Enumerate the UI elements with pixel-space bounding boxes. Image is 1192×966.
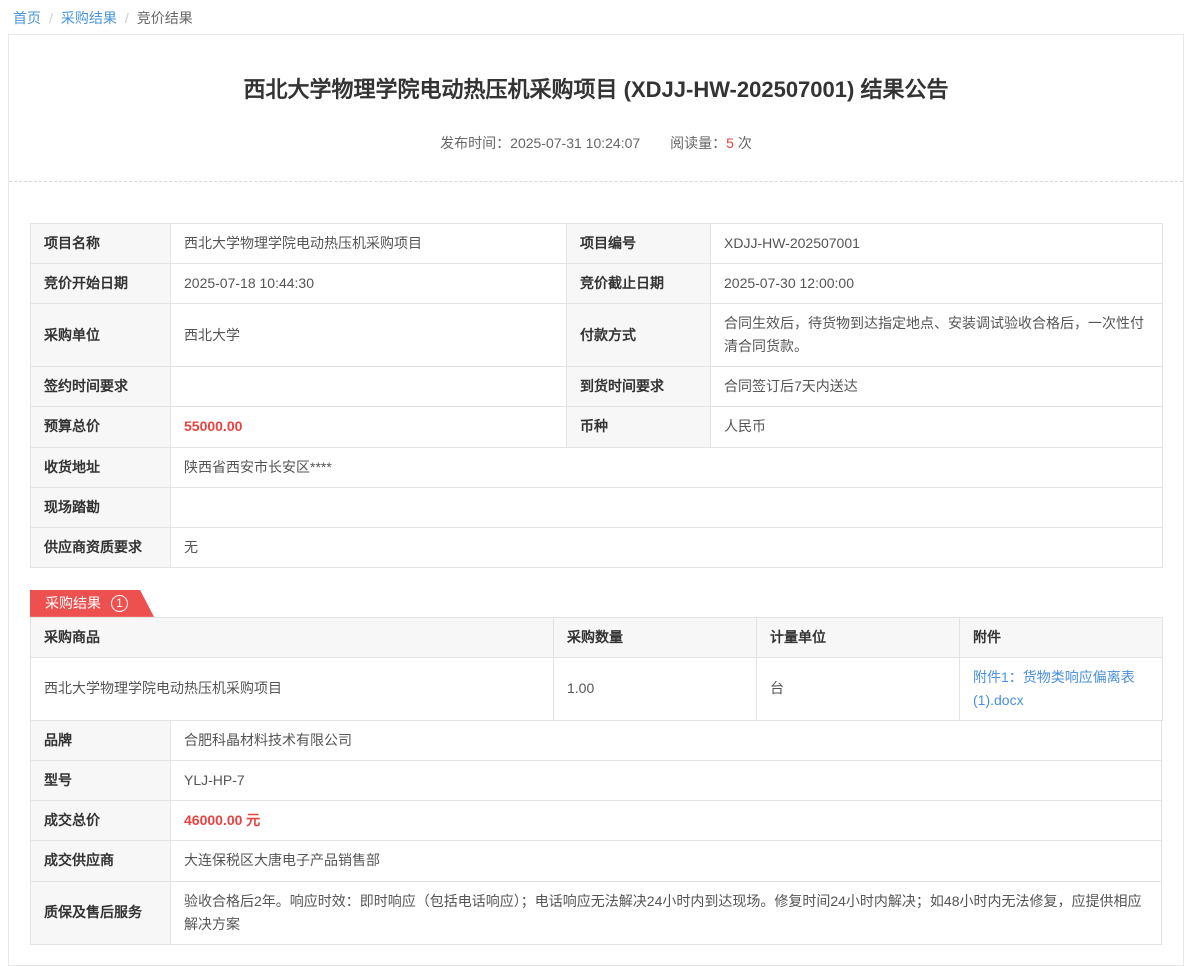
table-row: 供应商资质要求 无 bbox=[31, 527, 1163, 567]
row-label: 到货时间要求 bbox=[567, 367, 711, 407]
quantity-cell: 1.00 bbox=[554, 657, 757, 720]
breadcrumb-current: 竞价结果 bbox=[137, 10, 193, 26]
row-value: 西北大学 bbox=[171, 304, 567, 367]
row-label: 付款方式 bbox=[567, 304, 711, 367]
table-row: 预算总价 55000.00 币种 人民币 bbox=[31, 407, 1163, 447]
row-label: 签约时间要求 bbox=[31, 367, 171, 407]
brand-value: 合肥科晶材料技术有限公司 bbox=[171, 721, 1162, 761]
row-label: 竞价截止日期 bbox=[567, 264, 711, 304]
table-row: 采购单位 西北大学 付款方式 合同生效后，待货物到达指定地点、安装调试验收合格后… bbox=[31, 304, 1163, 367]
row-label: 项目名称 bbox=[31, 224, 171, 264]
row-label: 质保及售后服务 bbox=[31, 881, 171, 944]
column-header-unit: 计量单位 bbox=[757, 617, 960, 657]
row-label: 项目编号 bbox=[567, 224, 711, 264]
row-value: 2025-07-30 12:00:00 bbox=[711, 264, 1163, 304]
publish-time-label: 发布时间： bbox=[440, 135, 510, 151]
unit-cell: 台 bbox=[757, 657, 960, 720]
table-row: 签约时间要求 到货时间要求 合同签订后7天内送达 bbox=[31, 367, 1163, 407]
product-row: 西北大学物理学院电动热压机采购项目 1.00 台 附件1：货物类响应偏离表(1)… bbox=[31, 657, 1163, 720]
project-info-table: 项目名称 西北大学物理学院电动热压机采购项目 项目编号 XDJJ-HW-2025… bbox=[30, 223, 1163, 568]
row-value: 无 bbox=[171, 527, 1163, 567]
row-label: 成交总价 bbox=[31, 801, 171, 841]
read-count-label: 阅读量： bbox=[670, 135, 726, 151]
publish-info: 发布时间：2025-07-31 10:24:07 阅读量：5 次 bbox=[9, 133, 1183, 153]
table-row: 竞价开始日期 2025-07-18 10:44:30 竞价截止日期 2025-0… bbox=[31, 264, 1163, 304]
row-label: 收货地址 bbox=[31, 447, 171, 487]
tables-wrap: 项目名称 西北大学物理学院电动热压机采购项目 项目编号 XDJJ-HW-2025… bbox=[9, 182, 1183, 965]
breadcrumb: 首页 / 采购结果 / 竞价结果 bbox=[0, 0, 1192, 34]
result-badge-label: 采购结果 bbox=[45, 593, 101, 613]
breadcrumb-link-procurement-results[interactable]: 采购结果 bbox=[61, 10, 117, 26]
breadcrumb-separator: / bbox=[49, 10, 53, 26]
result-table: 采购商品 采购数量 计量单位 附件 西北大学物理学院电动热压机采购项目 1.00… bbox=[30, 617, 1163, 721]
product-name-cell: 西北大学物理学院电动热压机采购项目 bbox=[31, 657, 554, 720]
read-count-unit: 次 bbox=[738, 135, 752, 151]
table-header-row: 采购商品 采购数量 计量单位 附件 bbox=[31, 617, 1163, 657]
publish-time-value: 2025-07-31 10:24:07 bbox=[510, 135, 640, 151]
attachment-cell: 附件1：货物类响应偏离表(1).docx bbox=[960, 657, 1163, 720]
row-value: 人民币 bbox=[711, 407, 1163, 447]
result-badge: 采购结果 1 bbox=[30, 590, 154, 617]
row-label: 现场踏勘 bbox=[31, 487, 171, 527]
row-value: 陕西省西安市长安区**** bbox=[171, 447, 1163, 487]
table-row: 成交总价 46000.00 元 bbox=[31, 801, 1162, 841]
row-value: XDJJ-HW-202507001 bbox=[711, 224, 1163, 264]
page-title: 西北大学物理学院电动热压机采购项目 (XDJJ-HW-202507001) 结果… bbox=[9, 35, 1183, 105]
table-row: 质保及售后服务 验收合格后2年。响应时效：即时响应（包括电话响应）；电话响应无法… bbox=[31, 881, 1162, 944]
breadcrumb-link-home[interactable]: 首页 bbox=[13, 10, 41, 26]
row-label: 币种 bbox=[567, 407, 711, 447]
column-header-quantity: 采购数量 bbox=[554, 617, 757, 657]
row-value: 2025-07-18 10:44:30 bbox=[171, 264, 567, 304]
row-label: 供应商资质要求 bbox=[31, 527, 171, 567]
row-label: 预算总价 bbox=[31, 407, 171, 447]
row-value: 西北大学物理学院电动热压机采购项目 bbox=[171, 224, 567, 264]
breadcrumb-separator: / bbox=[125, 10, 129, 26]
budget-total-value: 55000.00 bbox=[171, 407, 567, 447]
row-value bbox=[171, 367, 567, 407]
table-row: 品牌 合肥科晶材料技术有限公司 bbox=[31, 721, 1162, 761]
warranty-value: 验收合格后2年。响应时效：即时响应（包括电话响应）；电话响应无法解决24小时内到… bbox=[171, 881, 1162, 944]
column-header-attachment: 附件 bbox=[960, 617, 1163, 657]
model-value: YLJ-HP-7 bbox=[171, 761, 1162, 801]
row-value: 合同签订后7天内送达 bbox=[711, 367, 1163, 407]
attachment-link[interactable]: 附件1：货物类响应偏离表(1).docx bbox=[973, 669, 1135, 708]
row-value bbox=[171, 487, 1163, 527]
result-detail-table: 品牌 合肥科晶材料技术有限公司 型号 YLJ-HP-7 成交总价 46000.0… bbox=[30, 720, 1162, 945]
deal-total-price-value: 46000.00 元 bbox=[171, 801, 1162, 841]
announcement-card: 西北大学物理学院电动热压机采购项目 (XDJJ-HW-202507001) 结果… bbox=[8, 34, 1184, 966]
row-value: 合同生效后，待货物到达指定地点、安装调试验收合格后，一次性付清合同货款。 bbox=[711, 304, 1163, 367]
table-row: 项目名称 西北大学物理学院电动热压机采购项目 项目编号 XDJJ-HW-2025… bbox=[31, 224, 1163, 264]
read-count-value: 5 bbox=[726, 135, 734, 151]
result-count-badge: 1 bbox=[111, 595, 128, 612]
table-row: 型号 YLJ-HP-7 bbox=[31, 761, 1162, 801]
row-label: 采购单位 bbox=[31, 304, 171, 367]
column-header-product: 采购商品 bbox=[31, 617, 554, 657]
table-row: 收货地址 陕西省西安市长安区**** bbox=[31, 447, 1163, 487]
row-label: 型号 bbox=[31, 761, 171, 801]
table-row: 现场踏勘 bbox=[31, 487, 1163, 527]
row-label: 竞价开始日期 bbox=[31, 264, 171, 304]
row-label: 品牌 bbox=[31, 721, 171, 761]
